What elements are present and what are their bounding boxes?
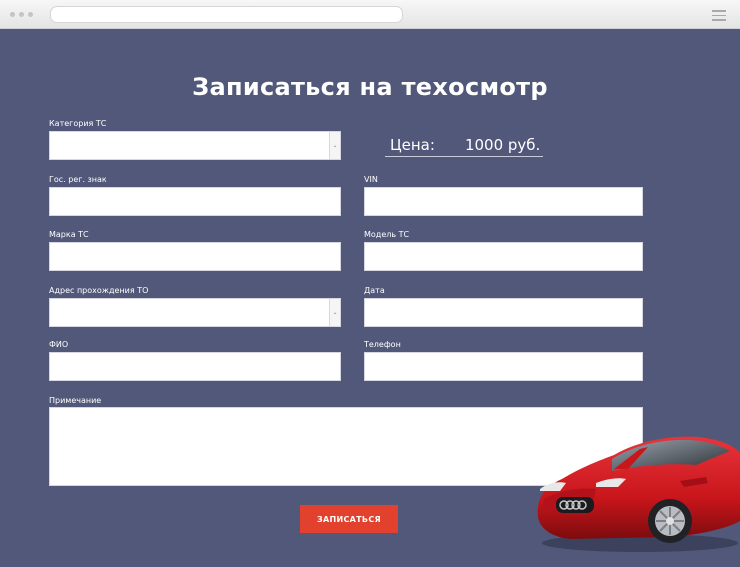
inspection-address-select[interactable]: ⌄ bbox=[49, 298, 341, 327]
brand-label: Марка ТС bbox=[49, 230, 89, 239]
reg-plate-input[interactable] bbox=[50, 188, 340, 215]
phone-input[interactable] bbox=[365, 353, 642, 380]
date-field[interactable] bbox=[364, 298, 643, 327]
vehicle-category-input[interactable] bbox=[50, 132, 340, 159]
vin-field[interactable] bbox=[364, 187, 643, 216]
window-dot[interactable] bbox=[10, 12, 15, 17]
full-name-label: ФИО bbox=[49, 340, 69, 349]
browser-chrome bbox=[0, 0, 740, 29]
chevron-down-icon[interactable]: ⌄ bbox=[329, 299, 340, 326]
model-field[interactable] bbox=[364, 242, 643, 271]
model-label: Модель ТС bbox=[364, 230, 410, 239]
full-name-field[interactable] bbox=[49, 352, 341, 381]
full-name-input[interactable] bbox=[50, 353, 340, 380]
vehicle-category-label: Категория ТС bbox=[49, 119, 107, 128]
note-label: Примечание bbox=[49, 396, 102, 405]
inspection-address-input[interactable] bbox=[50, 299, 340, 326]
page-title: Записаться на техосмотр bbox=[192, 73, 548, 101]
price-display: Цена: 1000 руб. bbox=[385, 133, 543, 157]
phone-field[interactable] bbox=[364, 352, 643, 381]
phone-label: Телефон bbox=[364, 340, 401, 349]
reg-plate-field[interactable] bbox=[49, 187, 341, 216]
submit-button[interactable]: ЗАПИСАТЬСЯ bbox=[300, 505, 398, 533]
reg-plate-label: Гос. рег. знак bbox=[49, 175, 107, 184]
vin-label: VIN bbox=[364, 175, 378, 184]
chevron-down-icon[interactable]: ⌄ bbox=[329, 132, 340, 159]
window-dot[interactable] bbox=[28, 12, 33, 17]
address-bar[interactable] bbox=[50, 6, 403, 23]
hamburger-menu-icon[interactable] bbox=[712, 10, 726, 24]
price-label: Цена: bbox=[390, 136, 435, 154]
brand-field[interactable] bbox=[49, 242, 341, 271]
brand-input[interactable] bbox=[50, 243, 340, 270]
price-value: 1000 руб. bbox=[464, 136, 541, 154]
window-controls bbox=[10, 12, 33, 17]
date-label: Дата bbox=[364, 286, 385, 295]
window-dot[interactable] bbox=[19, 12, 24, 17]
model-input[interactable] bbox=[365, 243, 642, 270]
inspection-address-label: Адрес прохождения ТО bbox=[49, 286, 149, 295]
vehicle-category-select[interactable]: ⌄ bbox=[49, 131, 341, 160]
car-illustration bbox=[537, 436, 740, 552]
vin-input[interactable] bbox=[365, 188, 642, 215]
date-input[interactable] bbox=[365, 299, 642, 326]
